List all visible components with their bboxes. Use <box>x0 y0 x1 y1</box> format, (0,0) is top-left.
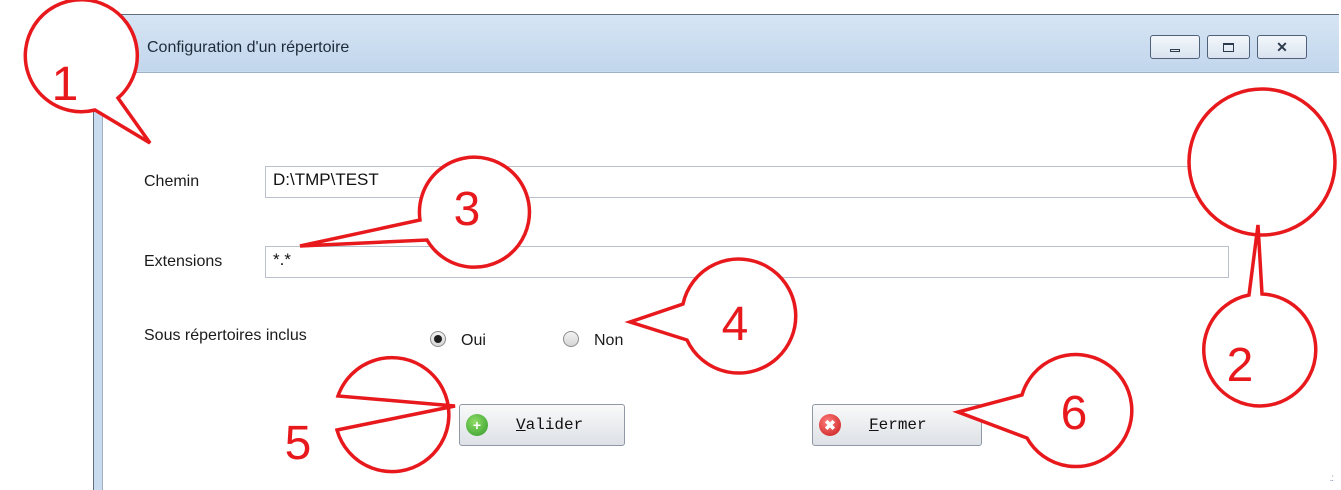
radio-oui-label[interactable]: Oui <box>461 332 486 350</box>
path-field[interactable]: D:\TMP\TEST <box>265 166 1229 198</box>
minimize-icon <box>1170 49 1180 52</box>
radio-non-label[interactable]: Non <box>594 332 623 350</box>
validate-label: Valider <box>516 416 584 434</box>
minimize-button[interactable] <box>1150 35 1200 59</box>
title-bar[interactable]: ⚇ Configuration d'un répertoire ✕ <box>94 15 1339 71</box>
radio-oui[interactable] <box>430 331 446 347</box>
browse-button[interactable] <box>1237 163 1287 198</box>
path-label: Chemin <box>144 173 200 190</box>
extensions-label: Extensions <box>144 253 223 270</box>
subdirs-label: Sous répertoires inclus <box>144 327 307 344</box>
close-icon: ✕ <box>1276 39 1288 55</box>
cancel-icon: ✖ <box>819 414 841 436</box>
close-label: Fermer <box>869 416 927 434</box>
close-button[interactable]: ✖ Fermer <box>812 404 982 446</box>
close-window-button[interactable]: ✕ <box>1257 35 1307 59</box>
dialog-window: ⚇ Configuration d'un répertoire ✕ Chemin… <box>93 14 1339 490</box>
dialog-content: Chemin D:\TMP\TEST Extensions *.* Sous r… <box>102 72 1339 490</box>
maximize-button[interactable] <box>1207 35 1250 59</box>
resize-grip[interactable]: .: <box>1329 473 1333 484</box>
window-title: Configuration d'un répertoire <box>147 39 350 56</box>
app-icon: ⚇ <box>112 39 124 54</box>
validate-icon: + <box>466 414 488 436</box>
maximize-icon <box>1223 42 1234 52</box>
search-folder-icon <box>1252 173 1270 189</box>
extensions-field[interactable]: *.* <box>265 246 1229 278</box>
callout-1-number: 1 <box>52 58 79 111</box>
validate-button[interactable]: + Valider <box>459 404 625 446</box>
radio-non[interactable] <box>563 331 579 347</box>
